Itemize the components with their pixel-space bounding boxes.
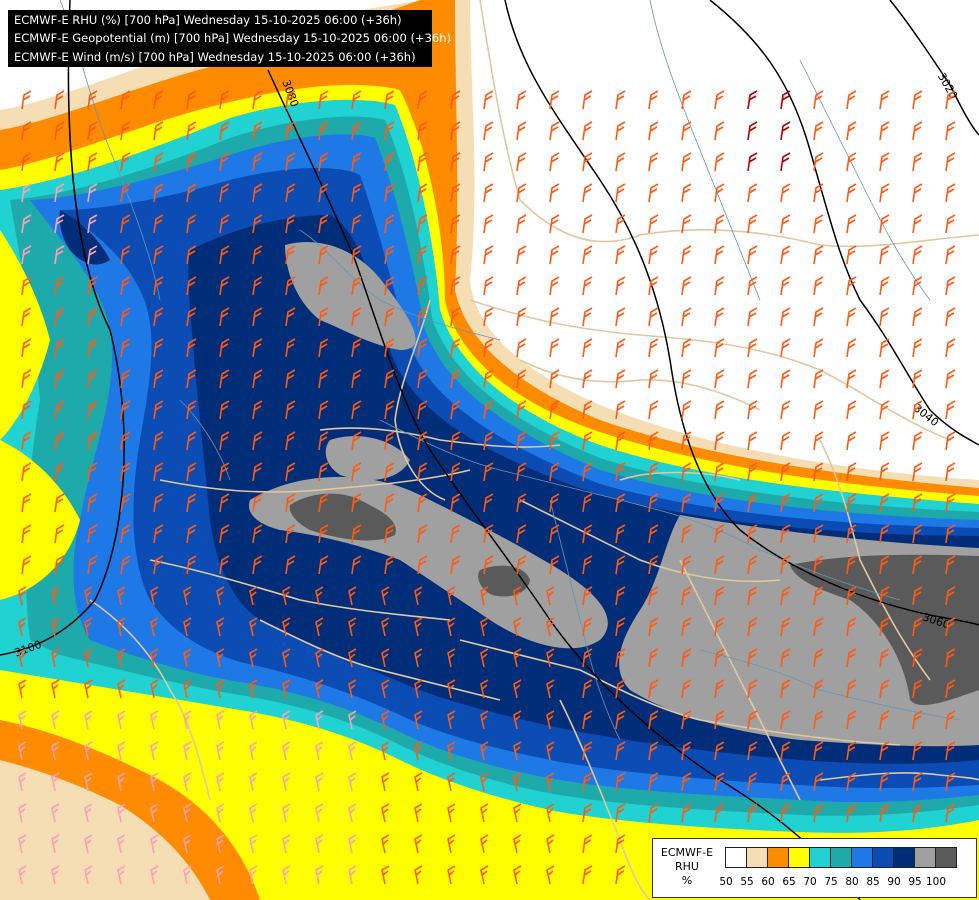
legend-tick-label: 85 — [866, 876, 880, 888]
legend-tick-label: 90 — [887, 876, 901, 888]
title-geopotential: ECMWF-E Geopotential (m) [700 hPa] Wedne… — [14, 31, 451, 46]
legend-ticks: 50 55 60 65 70 75 80 85 90 95 100 — [719, 876, 975, 890]
legend-swatch — [767, 847, 789, 868]
legend-swatch — [893, 847, 915, 868]
legend-title: ECMWF-E RHU % — [655, 846, 719, 888]
legend-swatch — [746, 847, 768, 868]
legend-swatch — [830, 847, 852, 868]
legend-swatch — [914, 847, 936, 868]
legend-tick-label: 55 — [740, 876, 754, 888]
legend-tick-label: 95 — [908, 876, 922, 888]
legend-tick-label: 100 — [925, 876, 947, 888]
legend-swatch — [725, 847, 747, 868]
legend-unit: % — [681, 874, 693, 887]
legend-swatch — [788, 847, 810, 868]
title-wind: ECMWF-E Wind (m/s) [700 hPa] Wednesday 1… — [14, 49, 416, 64]
legend-tick-label: 50 — [719, 876, 733, 888]
rhu-legend: ECMWF-E RHU % 50 55 60 65 70 75 80 85 90 95 100 — [652, 838, 977, 898]
legend-tick-label: 65 — [782, 876, 796, 888]
legend-swatch — [809, 847, 831, 868]
map-title-box: ECMWF-E RHU (%) [700 hPa] Wednesday 15-1… — [8, 10, 451, 67]
weather-map: 3020 3040 3060 3080 3100 — [0, 0, 979, 900]
legend-tick-label: 70 — [803, 876, 817, 888]
title-rhu: ECMWF-E RHU (%) [700 hPa] Wednesday 15-1… — [14, 13, 402, 27]
legend-tick-label: 80 — [845, 876, 859, 888]
legend-tick-label: 60 — [761, 876, 775, 888]
legend-swatch — [935, 847, 957, 868]
legend-model: ECMWF-E — [660, 846, 714, 859]
legend-swatches — [725, 847, 957, 868]
legend-variable: RHU — [675, 860, 699, 873]
legend-swatch — [851, 847, 873, 868]
legend-swatch — [872, 847, 894, 868]
legend-tick-label: 75 — [824, 876, 838, 888]
